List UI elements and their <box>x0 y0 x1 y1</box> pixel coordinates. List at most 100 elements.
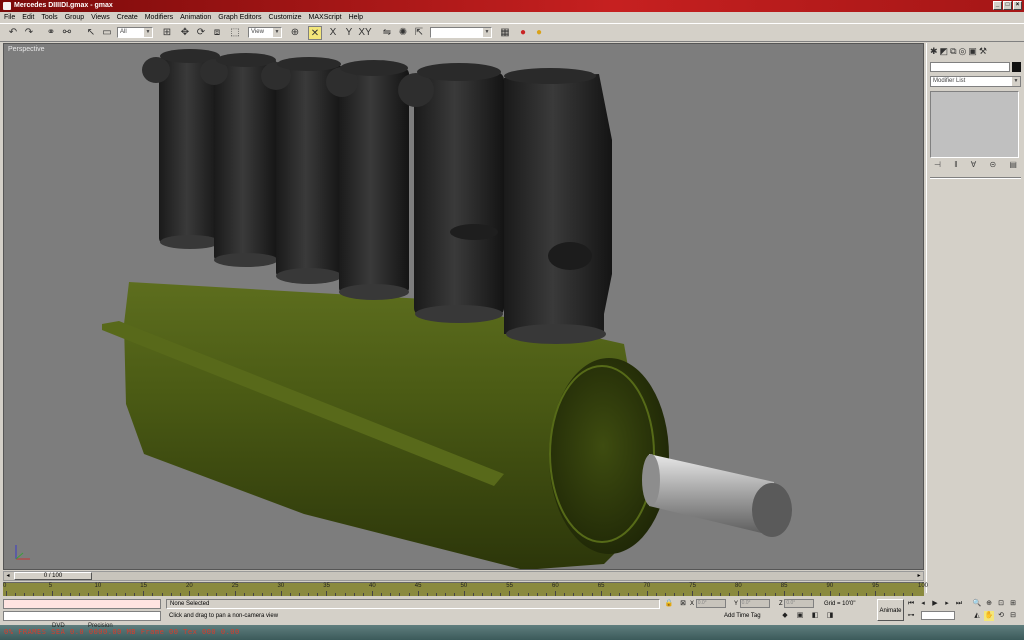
modifier-list-dropdown[interactable]: Modifier List ▼ <box>930 76 1021 87</box>
lock-icon[interactable]: 🔒 <box>664 599 674 609</box>
menu-graph-editors[interactable]: Graph Editors <box>218 14 261 21</box>
select-object-icon[interactable]: ↖ <box>84 26 98 40</box>
modify-tab-icon[interactable]: ◩ <box>940 46 949 57</box>
x-field[interactable]: 0.0° <box>695 599 726 608</box>
object-name-field[interactable] <box>930 62 1010 72</box>
array-icon[interactable]: ✺ <box>396 26 410 40</box>
y-field[interactable]: 0.0° <box>739 599 770 608</box>
scale-icon[interactable]: ⧈ <box>210 26 224 40</box>
go-to-end-icon[interactable]: ⏭ <box>954 599 964 609</box>
zoom-all-icon[interactable]: ⊕ <box>984 599 994 609</box>
spinner-snap-icon[interactable]: ◨ <box>825 611 835 621</box>
move-icon[interactable]: ✥ <box>178 26 192 40</box>
link-icon[interactable]: ⚭ <box>44 26 58 40</box>
chevron-left-icon[interactable]: ◂ <box>4 572 12 580</box>
menu-help[interactable]: Help <box>349 14 363 21</box>
region-select-icon[interactable]: ▭ <box>100 26 114 40</box>
create-tab-icon[interactable]: ✱ <box>930 46 938 57</box>
track-bar[interactable]: 0 5 10 15 20 25 30 35 40 45 50 55 60 65 70 75 80 85 90 95 10… <box>3 582 928 596</box>
previous-frame-icon[interactable]: ◂ <box>918 599 928 609</box>
configure-sets-icon[interactable]: ▤ <box>1009 160 1017 169</box>
add-time-tag[interactable]: Add Time Tag <box>724 611 761 621</box>
axis-y-icon[interactable]: Y <box>342 26 356 40</box>
timeline-tick <box>207 593 209 596</box>
menu-edit[interactable]: Edit <box>22 14 34 21</box>
chevron-right-icon[interactable]: ▸ <box>915 572 923 580</box>
time-slider[interactable]: ◂ 0 / 100 ▸ <box>3 571 924 581</box>
zoom-extents-all-icon[interactable]: ⊞ <box>1008 599 1018 609</box>
align-icon[interactable]: ⇱ <box>412 26 426 40</box>
animate-button[interactable]: Animate <box>877 599 904 621</box>
display-tab-icon[interactable]: ▣ <box>968 46 977 57</box>
object-color-swatch[interactable] <box>1012 62 1021 72</box>
modifier-stack[interactable] <box>930 91 1019 158</box>
mirror-icon[interactable]: ⇋ <box>380 26 394 40</box>
command-panel-tabs: ✱ ◩ ⧉ ◎ ▣ ⚒ <box>927 43 1024 60</box>
rotate-icon[interactable]: ⟳ <box>194 26 208 40</box>
close-button[interactable]: × <box>1013 1 1022 10</box>
field-of-view-icon[interactable]: ◭ <box>972 611 982 621</box>
arc-rotate-icon[interactable]: ⟲ <box>996 611 1006 621</box>
menu-group[interactable]: Group <box>65 14 84 21</box>
go-to-start-icon[interactable]: ⏮ <box>906 599 916 609</box>
material-editor-icon[interactable]: ▦ <box>498 26 512 40</box>
menu-tools[interactable]: Tools <box>41 14 57 21</box>
percent-snap-icon[interactable]: ◧ <box>810 611 820 621</box>
scale-flyout-icon[interactable]: ⬚ <box>228 26 242 40</box>
redo-icon[interactable]: ↷ <box>22 26 36 40</box>
divider <box>930 177 1021 179</box>
timeline-tick <box>609 593 611 596</box>
pan-icon[interactable]: ✋ <box>984 611 994 621</box>
angle-snap-icon[interactable]: ▣ <box>795 611 805 621</box>
axis-x-icon[interactable]: X <box>326 26 340 40</box>
menu-customize[interactable]: Customize <box>268 14 301 21</box>
zoom-icon[interactable]: 🔍 <box>972 599 982 609</box>
show-end-result-icon[interactable]: ‖ <box>954 160 957 169</box>
select-by-name-icon[interactable]: ⊞ <box>160 26 174 40</box>
timeline-tick <box>747 593 749 596</box>
pivot-icon[interactable]: ⊕ <box>288 26 302 40</box>
menu-file[interactable]: File <box>4 14 15 21</box>
min-max-toggle-icon[interactable]: ⊟ <box>1008 611 1018 621</box>
current-frame-field[interactable] <box>921 611 955 620</box>
pin-stack-icon[interactable]: ⊣ <box>934 160 941 169</box>
axis-xy-icon[interactable]: XY <box>358 26 372 40</box>
absolute-mode-icon[interactable]: ⊠ <box>678 599 688 609</box>
menu-maxscript[interactable]: MAXScript <box>309 14 342 21</box>
menu-animation[interactable]: Animation <box>180 14 211 21</box>
prompt-line: Click and drag to pan a non-camera view <box>169 613 279 619</box>
ref-coord-dropdown[interactable]: View ▼ <box>248 27 282 38</box>
play-icon[interactable]: ▶ <box>930 599 940 609</box>
timeline-tick <box>875 591 877 596</box>
restrict-axis-icon[interactable]: ✕ <box>308 26 322 40</box>
motion-tab-icon[interactable]: ◎ <box>959 46 967 57</box>
minimize-button[interactable]: _ <box>993 1 1002 10</box>
zoom-extents-icon[interactable]: ⊡ <box>996 599 1006 609</box>
unlink-icon[interactable]: ⚯ <box>60 26 74 40</box>
timeline-tick <box>472 593 474 596</box>
quick-render-icon[interactable]: ● <box>532 26 546 40</box>
undo-icon[interactable]: ↶ <box>6 26 20 40</box>
perspective-viewport[interactable]: Perspective <box>3 43 924 570</box>
render-icon[interactable]: ● <box>516 26 530 40</box>
key-mode-icon[interactable]: ⊶ <box>906 611 916 621</box>
z-field[interactable]: 0.0° <box>784 599 815 608</box>
maxscript-input[interactable] <box>3 611 161 621</box>
selection-filter-dropdown[interactable]: All ▼ <box>117 27 153 38</box>
time-slider-thumb[interactable]: 0 / 100 <box>14 572 92 580</box>
make-unique-icon[interactable]: ∀ <box>971 160 976 169</box>
utilities-tab-icon[interactable]: ⚒ <box>979 46 987 57</box>
next-frame-icon[interactable]: ▸ <box>942 599 952 609</box>
maximize-button[interactable]: □ <box>1003 1 1012 10</box>
named-selection-dropdown[interactable]: ▼ <box>430 27 492 38</box>
menu-modifiers[interactable]: Modifiers <box>145 14 173 21</box>
snap-toggle-icon[interactable]: ◆ <box>780 611 790 621</box>
remove-modifier-icon[interactable]: ⊝ <box>989 160 996 169</box>
timeline-tick <box>573 593 575 596</box>
menu-create[interactable]: Create <box>117 14 138 21</box>
selection-status: None Selected <box>166 599 660 609</box>
window-title: Mercedes DIIIIDI.gmax - gmax <box>14 2 113 9</box>
maxscript-listener-mini[interactable] <box>3 599 161 609</box>
menu-views[interactable]: Views <box>91 14 110 21</box>
hierarchy-tab-icon[interactable]: ⧉ <box>950 46 956 57</box>
